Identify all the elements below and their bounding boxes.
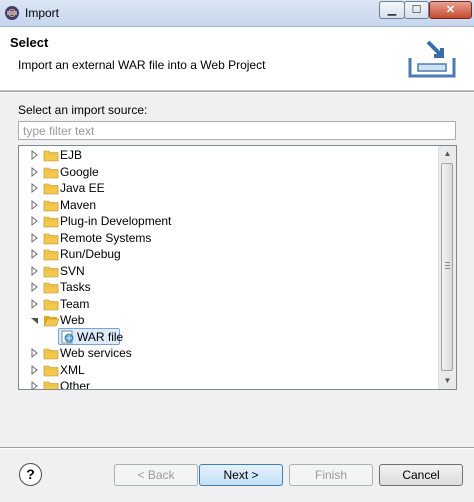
tree-item-label: EJB bbox=[60, 148, 83, 162]
tree-item-war-file[interactable]: WAR file bbox=[19, 327, 439, 345]
tree-item[interactable]: EJB bbox=[19, 147, 439, 163]
tree-item-label: Web bbox=[60, 313, 85, 327]
folder-icon bbox=[43, 150, 59, 162]
maximize-button[interactable]: ☐ bbox=[404, 1, 429, 19]
window-title: Import bbox=[25, 6, 60, 20]
folder-icon bbox=[43, 348, 59, 360]
tree-item-label: Google bbox=[60, 164, 99, 179]
collapsed-arrow-icon[interactable] bbox=[29, 213, 41, 229]
page-title: Select bbox=[10, 35, 49, 50]
collapsed-arrow-icon[interactable] bbox=[29, 230, 41, 246]
import-wizard-icon bbox=[408, 40, 456, 78]
import-source-tree[interactable]: EJB Google Java EE Maven Plug-in Development… bbox=[18, 145, 457, 390]
scroll-up-icon: ▲ bbox=[443, 149, 452, 158]
tree-item[interactable]: Google bbox=[19, 164, 439, 180]
scroll-thumb[interactable] bbox=[441, 163, 453, 371]
scroll-down-icon: ▼ bbox=[443, 376, 452, 385]
tree-item[interactable]: Other bbox=[19, 378, 439, 390]
tree-item[interactable]: XML bbox=[19, 362, 439, 378]
folder-icon bbox=[43, 282, 59, 294]
folder-icon bbox=[43, 216, 59, 228]
close-button[interactable]: ✕ bbox=[429, 1, 472, 19]
tree-item-label: Team bbox=[60, 296, 90, 311]
tree-scrollbar[interactable]: ▲ ▼ bbox=[438, 146, 456, 389]
tree-item-label: Plug-in Development bbox=[60, 214, 172, 228]
collapsed-arrow-icon[interactable] bbox=[29, 197, 41, 213]
tree-item[interactable]: Tasks bbox=[19, 279, 439, 295]
minimize-icon: ▁ bbox=[387, 4, 397, 16]
folder-icon bbox=[43, 299, 59, 310]
title-bar: Import ▁ ☐ ✕ bbox=[0, 0, 474, 27]
folder-icon bbox=[43, 233, 59, 244]
help-button[interactable]: ? bbox=[19, 463, 42, 486]
open-folder-icon bbox=[43, 316, 59, 327]
tree-item-label: Java EE bbox=[60, 181, 105, 195]
tree-item-label: Maven bbox=[60, 197, 97, 212]
folder-icon bbox=[43, 183, 59, 195]
tree-item[interactable]: Plug-in Development bbox=[19, 213, 439, 229]
finish-button[interactable]: Finish bbox=[289, 464, 373, 486]
cancel-button[interactable]: Cancel bbox=[379, 464, 463, 486]
tree-item-label: Other bbox=[60, 379, 91, 390]
collapsed-arrow-icon[interactable] bbox=[29, 279, 41, 295]
tree-item[interactable]: Web bbox=[19, 312, 439, 328]
maximize-icon: ☐ bbox=[411, 4, 422, 16]
folder-icon bbox=[43, 167, 59, 178]
tree-item[interactable]: Maven bbox=[19, 197, 439, 213]
war-file-icon bbox=[61, 330, 74, 343]
help-icon: ? bbox=[26, 466, 35, 482]
grip-icon bbox=[445, 262, 450, 270]
collapsed-arrow-icon[interactable] bbox=[29, 345, 41, 361]
expanded-arrow-icon[interactable] bbox=[29, 312, 41, 328]
wizard-header: Select Import an external WAR file into … bbox=[0, 27, 474, 91]
tree-item[interactable]: Remote Systems bbox=[19, 230, 439, 246]
scroll-down-button[interactable]: ▼ bbox=[440, 373, 455, 389]
collapsed-arrow-icon[interactable] bbox=[29, 378, 41, 390]
collapsed-arrow-icon[interactable] bbox=[29, 164, 41, 180]
back-button[interactable]: < Back bbox=[114, 464, 198, 486]
folder-icon bbox=[43, 365, 59, 376]
tree-item-label: Remote Systems bbox=[60, 230, 152, 245]
minimize-button[interactable]: ▁ bbox=[379, 1, 405, 19]
next-button[interactable]: Next > bbox=[199, 464, 283, 486]
folder-icon bbox=[43, 381, 59, 389]
tree-item[interactable]: Web services bbox=[19, 345, 439, 361]
page-description: Import an external WAR file into a Web P… bbox=[18, 58, 266, 72]
tree-item-label: SVN bbox=[60, 263, 85, 278]
filter-input[interactable] bbox=[18, 121, 456, 140]
collapsed-arrow-icon[interactable] bbox=[29, 263, 41, 279]
tree-item[interactable]: Java EE bbox=[19, 180, 439, 196]
import-source-label: Select an import source: bbox=[18, 103, 148, 117]
folder-icon bbox=[43, 266, 59, 277]
tree-item[interactable]: SVN bbox=[19, 263, 439, 279]
collapsed-arrow-icon[interactable] bbox=[29, 147, 41, 163]
tree-item[interactable]: Team bbox=[19, 296, 439, 312]
tree-item[interactable]: Run/Debug bbox=[19, 246, 439, 262]
collapsed-arrow-icon[interactable] bbox=[29, 246, 41, 262]
eclipse-icon bbox=[5, 6, 19, 20]
collapsed-arrow-icon[interactable] bbox=[29, 362, 41, 378]
folder-icon bbox=[43, 200, 59, 211]
close-icon: ✕ bbox=[445, 4, 456, 16]
tree-item-label: WAR file bbox=[77, 329, 124, 344]
footer-separator bbox=[0, 447, 474, 449]
tree-item-label: Web services bbox=[60, 346, 132, 360]
tree-item-label: Run/Debug bbox=[60, 247, 121, 261]
collapsed-arrow-icon[interactable] bbox=[29, 296, 41, 312]
tree-item-label: XML bbox=[60, 362, 85, 377]
collapsed-arrow-icon[interactable] bbox=[29, 180, 41, 196]
folder-icon bbox=[43, 249, 59, 261]
scroll-up-button[interactable]: ▲ bbox=[440, 146, 455, 162]
header-separator bbox=[0, 91, 474, 93]
tree-item-label: Tasks bbox=[60, 280, 91, 294]
